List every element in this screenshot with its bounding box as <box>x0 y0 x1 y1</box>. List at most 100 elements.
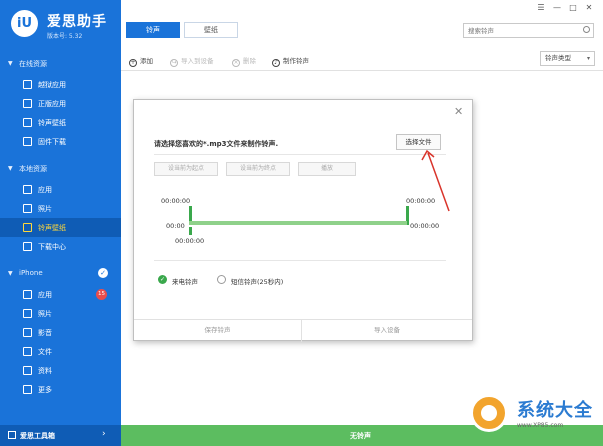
import-device-label: 导入到设备 <box>181 57 214 65</box>
watermark-title: 系统大全 <box>517 400 593 421</box>
sidebar-item-device-more[interactable]: 更多 <box>0 380 121 399</box>
app-grid-icon <box>23 185 32 194</box>
sidebar-item-firmware[interactable]: 固件下载 <box>0 132 121 151</box>
caret-down-icon: ▼ <box>8 60 13 67</box>
sidebar-item-label: 下载中心 <box>38 243 66 251</box>
photo-icon <box>23 204 32 213</box>
firmware-icon <box>23 137 32 146</box>
divider <box>154 260 446 261</box>
play-button[interactable]: 播放 <box>298 162 356 176</box>
section-online-label: 在线资源 <box>19 60 47 68</box>
close-icon[interactable]: ✕ <box>583 3 595 12</box>
sidebar-item-local-ringtones[interactable]: 铃声壁纸 <box>0 218 121 237</box>
sidebar-item-download-center[interactable]: 下载中心 <box>0 237 121 256</box>
app-version: 版本号: 5.32 <box>47 33 83 40</box>
maximize-icon[interactable]: □ <box>567 3 579 12</box>
dialog-footer: 保存铃声 导入设备 <box>134 319 472 342</box>
more-icon <box>23 385 32 394</box>
search-icon[interactable] <box>583 26 590 33</box>
sidebar-item-online-ringtones[interactable]: 铃声壁纸 <box>0 113 121 132</box>
sidebar-item-label: 照片 <box>38 310 52 318</box>
count-badge: 15 <box>96 289 107 300</box>
make-ringtone-button[interactable]: ♪ 制作铃声 <box>272 55 309 67</box>
add-label: 添加 <box>140 57 153 65</box>
close-icon[interactable]: ✕ <box>454 105 463 118</box>
make-ringtone-label: 制作铃声 <box>283 57 309 65</box>
sidebar-item-device-data[interactable]: 资料 <box>0 361 121 380</box>
start-time-bottom: 00:00:00 <box>175 237 205 245</box>
choose-file-button[interactable]: 选择文件 <box>396 134 441 150</box>
sidebar-item-device-apps[interactable]: 应用 15 <box>0 285 121 304</box>
import-to-device-button[interactable]: 导入设备 <box>302 320 472 342</box>
caret-down-icon: ▼ <box>8 165 13 172</box>
add-button[interactable]: + 添加 <box>129 55 153 67</box>
sidebar-item-label: 应用 <box>38 291 52 299</box>
delete-button[interactable]: × 删除 <box>232 55 256 67</box>
sidebar-item-label: 应用 <box>38 186 52 194</box>
end-time-top: 00:00:00 <box>406 197 436 205</box>
radio-call-checked[interactable]: ✓ <box>158 275 167 284</box>
delete-label: 删除 <box>243 57 256 65</box>
window-controls: ☰ — □ ✕ <box>531 3 595 15</box>
app-logo: iU <box>11 10 38 37</box>
set-start-button[interactable]: 设当前为起点 <box>154 162 218 176</box>
sidebar-item-label: 越狱应用 <box>38 81 66 89</box>
toolbox-button[interactable]: 爱思工具箱 › <box>0 425 121 446</box>
import-device-button[interactable]: ↪ 导入到设备 <box>170 55 214 67</box>
sidebar-item-local-photos[interactable]: 照片 <box>0 199 121 218</box>
sidebar-item-label: 资料 <box>38 367 52 375</box>
current-time-left: 00:00 <box>166 222 185 230</box>
brand-header: iU 爱思助手 版本号: 5.32 <box>0 0 121 48</box>
app-name: 爱思助手 <box>47 14 107 30</box>
set-end-button[interactable]: 设当前为终点 <box>226 162 290 176</box>
timeline-bar[interactable] <box>189 221 407 225</box>
photo-icon <box>23 309 32 318</box>
ringtone-type-value: 铃声类型 <box>545 54 571 62</box>
sidebar-item-label: 正版应用 <box>38 100 66 108</box>
sidebar-item-label: 铃声壁纸 <box>38 119 66 127</box>
search-input[interactable] <box>463 23 594 38</box>
caret-down-icon: ▼ <box>8 270 13 277</box>
section-local[interactable]: ▼ 本地资源 <box>0 161 121 177</box>
sidebar-item-device-photos[interactable]: 照片 <box>0 304 121 323</box>
watermark-url: www.XP85.com <box>517 422 564 429</box>
sidebar-item-jailbreak-apps[interactable]: 越狱应用 <box>0 75 121 94</box>
divider <box>154 154 446 155</box>
radio-call-label[interactable]: 来电铃声 <box>172 276 198 286</box>
menu-icon[interactable]: ☰ <box>535 3 547 12</box>
sidebar-item-local-apps[interactable]: 应用 <box>0 180 121 199</box>
folder-icon <box>23 347 32 356</box>
tab-wallpapers[interactable]: 壁纸 <box>184 22 238 38</box>
toolbar: + 添加 ↪ 导入到设备 × 删除 ♪ 制作铃声 <box>121 47 603 71</box>
chevron-down-icon: ▾ <box>586 55 590 62</box>
sidebar-item-device-media[interactable]: 影音 <box>0 323 121 342</box>
ringtone-type-select[interactable]: 铃声类型 ▾ <box>540 51 595 66</box>
toolbox-label: 爱思工具箱 <box>20 432 55 440</box>
bell-icon: ♪ <box>272 59 280 67</box>
app-box-icon <box>23 80 32 89</box>
radio-sms[interactable] <box>217 275 226 284</box>
sidebar-item-label: 固件下载 <box>38 138 66 146</box>
tab-ringtones[interactable]: 铃声 <box>126 22 180 38</box>
download-icon <box>23 242 32 251</box>
minimize-icon[interactable]: — <box>551 3 563 12</box>
sidebar-item-label: 照片 <box>38 205 52 213</box>
music-icon <box>23 328 32 337</box>
toolbox-icon <box>8 431 16 439</box>
sidebar-item-device-files[interactable]: 文件 <box>0 342 121 361</box>
section-local-label: 本地资源 <box>19 165 47 173</box>
position-marker[interactable] <box>189 227 192 235</box>
sidebar-item-label: 铃声壁纸 <box>38 224 66 232</box>
sidebar-item-official-apps[interactable]: 正版应用 <box>0 94 121 113</box>
watermark-logo-icon <box>470 394 508 432</box>
radio-sms-label[interactable]: 短信铃声(25秒内) <box>231 276 283 286</box>
connected-check-icon: ✓ <box>98 268 108 278</box>
start-time-top: 00:00:00 <box>161 197 191 205</box>
make-ringtone-dialog: ✕ 请选择您喜欢的*.mp3文件来制作铃声. 选择文件 设当前为起点 设当前为终… <box>133 99 473 342</box>
sidebar-item-label: 影音 <box>38 329 52 337</box>
chevron-right-icon: › <box>102 429 106 439</box>
ringtone-icon <box>23 118 32 127</box>
save-ringtone-button[interactable]: 保存铃声 <box>134 320 302 342</box>
section-online[interactable]: ▼ 在线资源 <box>0 56 121 72</box>
section-device[interactable]: ▼ iPhone ✓ <box>0 266 121 282</box>
